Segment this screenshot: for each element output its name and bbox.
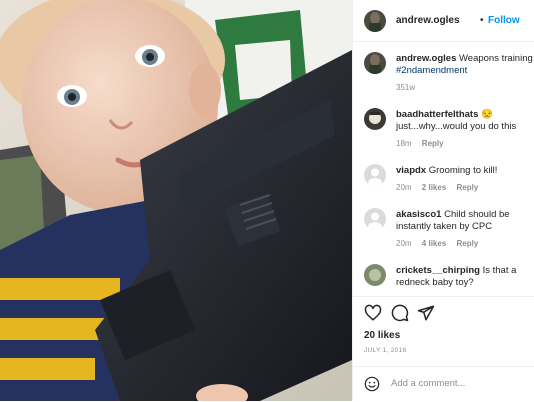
commenter-avatar[interactable] — [364, 264, 386, 286]
post-sidebar: andrew.ogles • Follow andrew.ogles Weapo… — [352, 0, 534, 401]
caption-author-avatar[interactable] — [364, 52, 386, 74]
post-actions: 20 likes JULY 1, 2016 — [353, 296, 534, 367]
reply-button[interactable]: Reply — [457, 239, 479, 248]
comment-composer — [353, 366, 534, 402]
comment-input[interactable] — [391, 378, 521, 389]
post-photo[interactable] — [0, 0, 352, 401]
comment-username[interactable]: viapdx — [396, 165, 426, 176]
comment-time: 18m — [396, 139, 412, 148]
comment-time: 20m — [396, 183, 412, 192]
comment-username[interactable]: akasisco1 — [396, 209, 441, 220]
paper-plane-icon[interactable] — [417, 304, 435, 322]
comment-bubble-icon[interactable] — [391, 304, 409, 322]
comment-username[interactable]: crickets__chirping — [396, 265, 480, 276]
comment-likes[interactable]: 2 likes — [422, 183, 446, 192]
reply-button[interactable]: Reply — [422, 139, 444, 148]
author-username[interactable]: andrew.ogles — [396, 15, 460, 26]
instagram-post: andrew.ogles • Follow andrew.ogles Weapo… — [0, 0, 534, 401]
comments-list[interactable]: andrew.ogles Weapons training #2ndamendm… — [353, 42, 534, 296]
commenter-avatar[interactable] — [364, 108, 386, 130]
comment-time: 20m — [396, 239, 412, 248]
caption-time: 351w — [396, 83, 416, 92]
comment-text: just...why...would you do this — [396, 121, 517, 132]
commenter-avatar-default[interactable] — [364, 164, 386, 186]
author-avatar[interactable] — [364, 10, 386, 32]
comment-username[interactable]: baadhatterfelthats — [396, 109, 478, 120]
post-header: andrew.ogles • Follow — [353, 0, 534, 42]
header-separator: • — [480, 15, 484, 26]
smiley-icon[interactable] — [364, 376, 380, 392]
reply-button[interactable]: Reply — [457, 183, 479, 192]
post-date: JULY 1, 2016 — [364, 347, 407, 354]
heart-icon[interactable] — [364, 304, 382, 322]
caption-username[interactable]: andrew.ogles — [396, 53, 456, 64]
caption-hashtag[interactable]: #2ndamendment — [396, 65, 467, 76]
post-photo-image — [0, 0, 352, 401]
follow-button[interactable]: Follow — [488, 15, 520, 26]
comment-likes[interactable]: 4 likes — [422, 239, 446, 248]
comment-text: Grooming to kill! — [428, 165, 498, 176]
likes-count[interactable]: 20 likes — [364, 330, 400, 341]
smirk-emoji-icon: 😒 — [481, 109, 493, 120]
caption-text: Weapons training — [459, 53, 533, 64]
commenter-avatar-default[interactable] — [364, 208, 386, 230]
